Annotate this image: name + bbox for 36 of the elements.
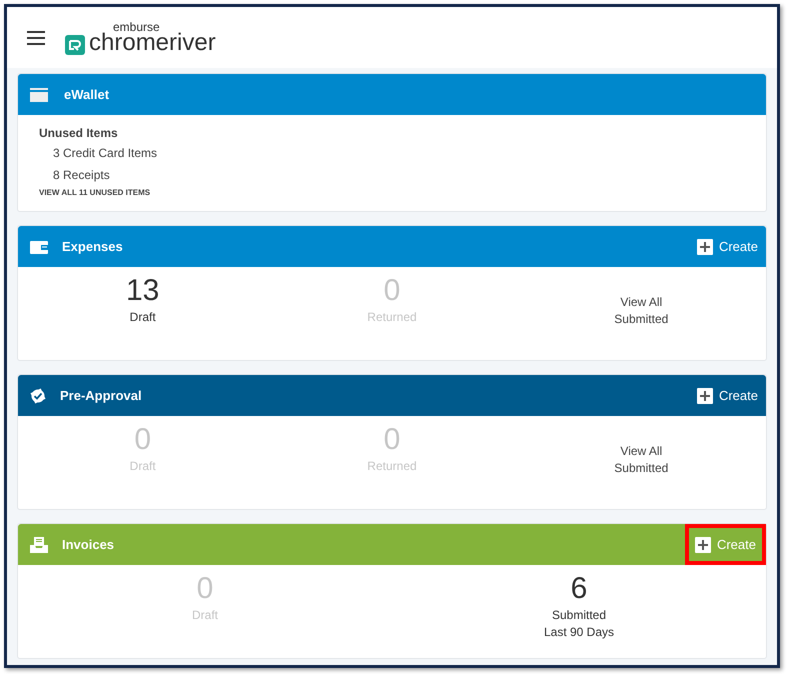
stat-label: Returned	[367, 309, 417, 325]
stat-label: Returned	[367, 458, 417, 474]
card-title: Invoices	[62, 536, 114, 554]
plus-icon	[696, 238, 713, 254]
logo-icon	[65, 34, 85, 54]
brand-name: chromeriver	[89, 30, 216, 54]
plus-icon	[694, 536, 711, 552]
view-all-link[interactable]: View All Submitted	[614, 294, 668, 328]
stat-label: Draft	[130, 309, 156, 325]
view-all-link[interactable]: View All Submitted	[614, 443, 668, 477]
card-icon	[30, 88, 48, 102]
stat-number: 0	[196, 571, 214, 607]
plus-icon	[696, 388, 713, 404]
brand-tagline: emburse	[113, 20, 160, 32]
wallet-icon	[30, 240, 48, 254]
stat-sublabel: Last 90 Days	[544, 624, 614, 641]
invoice-tray-icon	[30, 536, 48, 552]
unused-item: 8 Receipts	[52, 167, 111, 184]
menu-icon[interactable]	[27, 30, 45, 44]
checkmark-badge-icon	[30, 388, 46, 404]
view-all-link[interactable]: VIEW ALL 11 UNUSED ITEMS	[39, 186, 766, 200]
unused-heading: Unused Items	[39, 125, 119, 142]
stat-label: Submitted	[552, 607, 606, 623]
stat-number: 0	[384, 422, 400, 458]
stat-number: 0	[384, 273, 400, 309]
stat-number: 0	[134, 422, 151, 458]
unused-item: 3 Credit Card Items	[52, 145, 158, 162]
stat-label: Draft	[130, 458, 156, 474]
create-button[interactable]: Create	[688, 226, 766, 267]
card-title: Expenses	[62, 238, 123, 256]
stat-label: Draft	[192, 607, 218, 623]
create-button[interactable]: Create	[688, 375, 766, 416]
stat-number: 13	[126, 273, 160, 309]
card-title: eWallet	[64, 86, 110, 104]
card-title: Pre-Approval	[60, 386, 142, 405]
stat-number: 6	[570, 571, 588, 607]
